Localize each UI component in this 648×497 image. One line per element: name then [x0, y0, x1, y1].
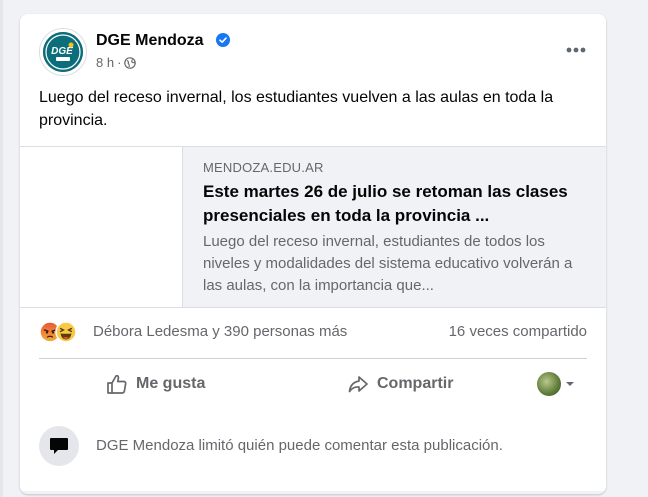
comment-limit-notice: DGE Mendoza limitó quién puede comentar …	[39, 424, 587, 468]
actions-top-divider	[39, 358, 587, 359]
link-thumbnail[interactable]	[20, 147, 183, 307]
user-avatar	[537, 372, 561, 396]
shares-count[interactable]: 16 veces compartido	[449, 323, 587, 340]
like-label: Me gusta	[136, 375, 206, 392]
dge-logo: DGE	[43, 32, 83, 72]
dge-logo-mark: DGE	[43, 32, 83, 72]
page-avatar[interactable]: DGE	[39, 28, 87, 76]
reactors-text[interactable]: Débora Ledesma y 390 personas más	[93, 323, 347, 340]
card-bottom-edge	[20, 491, 606, 494]
svg-text:DGE: DGE	[51, 46, 73, 57]
globe-icon[interactable]	[124, 56, 137, 69]
post-time[interactable]: 8 h	[96, 55, 114, 70]
post-meta: 8 h ·	[96, 55, 137, 70]
post-card: DGE DGE Mendoza 8 h · Luego del receso i…	[20, 14, 606, 494]
comment-limit-icon-container	[39, 426, 79, 466]
link-preview[interactable]: MENDOZA.EDU.AR Este martes 26 de julio s…	[20, 146, 606, 308]
link-title[interactable]: Este martes 26 de julio se retoman las c…	[203, 180, 593, 228]
reaction-icons[interactable]	[39, 321, 87, 343]
haha-reaction-icon	[55, 321, 77, 343]
link-description: Luego del receso invernal, estudiantes d…	[203, 233, 573, 294]
left-edge	[0, 0, 3, 497]
link-domain: MENDOZA.EDU.AR	[203, 160, 324, 175]
comment-limit-text: DGE Mendoza limitó quién puede comentar …	[96, 437, 503, 454]
share-arrow-icon	[348, 376, 368, 393]
audience-selector[interactable]	[537, 370, 575, 398]
reactions-bar: Débora Ledesma y 390 personas más 16 vec…	[39, 320, 587, 344]
thumbs-up-icon	[107, 374, 127, 394]
more-dots-icon	[566, 47, 586, 53]
comment-bubble-icon	[50, 438, 68, 454]
share-button[interactable]: Compartir	[347, 366, 453, 402]
verified-badge-icon	[216, 33, 230, 47]
post-text: Luego del receso invernal, los estudiant…	[39, 89, 554, 129]
page-name[interactable]: DGE Mendoza	[96, 32, 204, 50]
share-label: Compartir	[377, 375, 454, 392]
caret-down-icon	[566, 382, 574, 386]
meta-separator: ·	[117, 55, 122, 70]
like-button[interactable]: Me gusta	[106, 366, 205, 402]
right-edge	[628, 0, 648, 497]
more-options-button[interactable]	[562, 36, 590, 64]
